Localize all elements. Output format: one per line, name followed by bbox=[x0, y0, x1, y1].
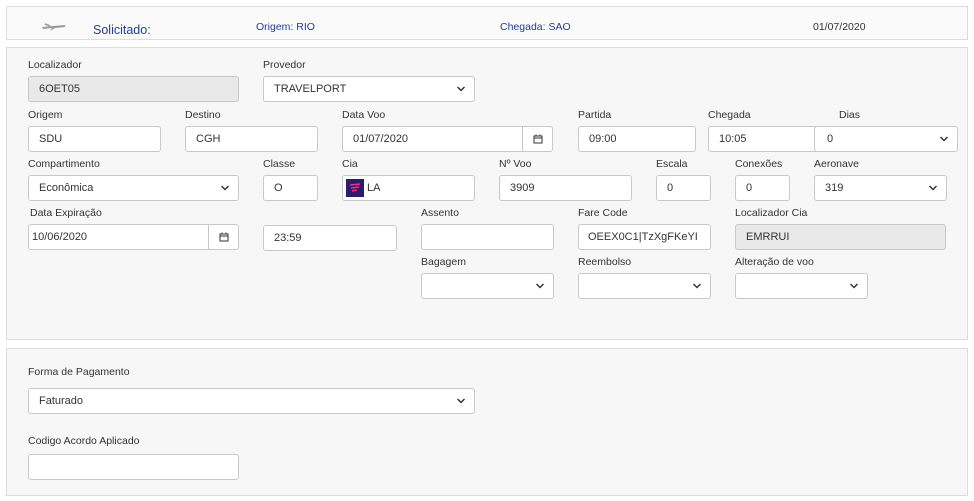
fare-code-input[interactable]: OEEX0C1|TzXgFKeYI bbox=[578, 224, 711, 250]
status-label: Solicitado: bbox=[93, 23, 151, 37]
destino-input[interactable]: CGH bbox=[185, 126, 318, 152]
chevron-down-icon bbox=[929, 185, 937, 191]
header-origin-value: RIO bbox=[296, 21, 315, 33]
aeronave-label: Aeronave bbox=[814, 158, 859, 170]
chevron-down-icon bbox=[536, 283, 544, 289]
classe-label: Classe bbox=[263, 158, 296, 170]
hora-expiracao-input[interactable]: 23:59 bbox=[263, 225, 397, 251]
flight-header-bar: Solicitado: Origem: RIO Chegada: SAO 01/… bbox=[6, 6, 968, 40]
chevron-down-icon bbox=[457, 398, 465, 404]
data-voo-label: Data Voo bbox=[342, 109, 386, 121]
provedor-label: Provedor bbox=[263, 59, 306, 71]
compartimento-label: Compartimento bbox=[28, 158, 100, 170]
codigo-acordo-label: Codigo Acordo Aplicado bbox=[28, 435, 140, 447]
plane-icon bbox=[41, 21, 67, 34]
compartimento-select[interactable]: Econômica bbox=[28, 175, 239, 201]
fare-code-label: Fare Code bbox=[578, 207, 628, 219]
classe-input[interactable]: O bbox=[263, 175, 318, 201]
latam-logo-icon bbox=[346, 179, 364, 197]
conexoes-input[interactable]: 0 bbox=[735, 175, 790, 201]
alteracao-voo-label: Alteração de voo bbox=[735, 256, 814, 268]
escala-label: Escala bbox=[656, 158, 688, 170]
header-date: 01/07/2020 bbox=[813, 21, 866, 33]
cia-label: Cia bbox=[342, 158, 358, 170]
escala-input[interactable]: 0 bbox=[656, 175, 711, 201]
conexoes-label: Conexões bbox=[735, 158, 783, 170]
assento-input[interactable] bbox=[421, 224, 554, 250]
assento-label: Assento bbox=[421, 207, 459, 219]
dias-label: Dias bbox=[839, 109, 861, 121]
calendar-icon[interactable] bbox=[522, 127, 552, 151]
chevron-down-icon bbox=[850, 283, 858, 289]
header-arrival: Chegada: SAO bbox=[500, 21, 571, 33]
origem-label: Origem bbox=[28, 109, 63, 121]
data-expiracao-input[interactable]: 10/06/2020 bbox=[28, 224, 239, 250]
chevron-down-icon bbox=[940, 136, 948, 142]
alteracao-voo-select[interactable] bbox=[735, 273, 868, 299]
codigo-acordo-input[interactable] bbox=[28, 454, 239, 480]
data-expiracao-label: Data Expiração bbox=[30, 207, 102, 219]
forma-pagamento-label: Forma de Pagamento bbox=[28, 366, 130, 378]
bagagem-select[interactable] bbox=[421, 273, 554, 299]
reembolso-select[interactable] bbox=[578, 273, 711, 299]
chevron-down-icon bbox=[221, 185, 229, 191]
bagagem-label: Bagagem bbox=[421, 256, 466, 268]
aeronave-select[interactable]: 319 bbox=[814, 175, 947, 201]
partida-input[interactable]: 09:00 bbox=[578, 126, 696, 152]
localizador-label: Localizador bbox=[28, 59, 82, 71]
destino-label: Destino bbox=[185, 109, 221, 121]
n-voo-label: Nº Voo bbox=[499, 158, 532, 170]
provedor-select[interactable]: TRAVELPORT bbox=[263, 76, 475, 102]
chegada-input[interactable]: 10:05 bbox=[708, 126, 827, 152]
localizador-cia-field: EMRRUI bbox=[735, 224, 946, 250]
localizador-field: 6OET05 bbox=[28, 76, 239, 102]
header-arrival-label: Chegada: bbox=[500, 21, 546, 33]
header-origin: Origem: RIO bbox=[256, 21, 315, 33]
localizador-cia-label: Localizador Cia bbox=[735, 207, 808, 219]
header-origin-label: Origem: bbox=[256, 21, 294, 33]
forma-pagamento-select[interactable]: Faturado bbox=[28, 388, 475, 414]
chevron-down-icon bbox=[693, 283, 701, 289]
data-voo-input[interactable]: 01/07/2020 bbox=[342, 126, 553, 152]
reembolso-label: Reembolso bbox=[578, 256, 632, 268]
chevron-down-icon bbox=[457, 86, 465, 92]
header-arrival-value: SAO bbox=[548, 21, 571, 33]
chegada-label: Chegada bbox=[708, 109, 751, 121]
dias-select[interactable]: 0 bbox=[814, 126, 958, 152]
partida-label: Partida bbox=[578, 109, 612, 121]
calendar-icon[interactable] bbox=[208, 225, 238, 249]
cia-input[interactable]: LA bbox=[342, 175, 475, 201]
n-voo-input[interactable]: 3909 bbox=[499, 175, 632, 201]
origem-input[interactable]: SDU bbox=[28, 126, 161, 152]
